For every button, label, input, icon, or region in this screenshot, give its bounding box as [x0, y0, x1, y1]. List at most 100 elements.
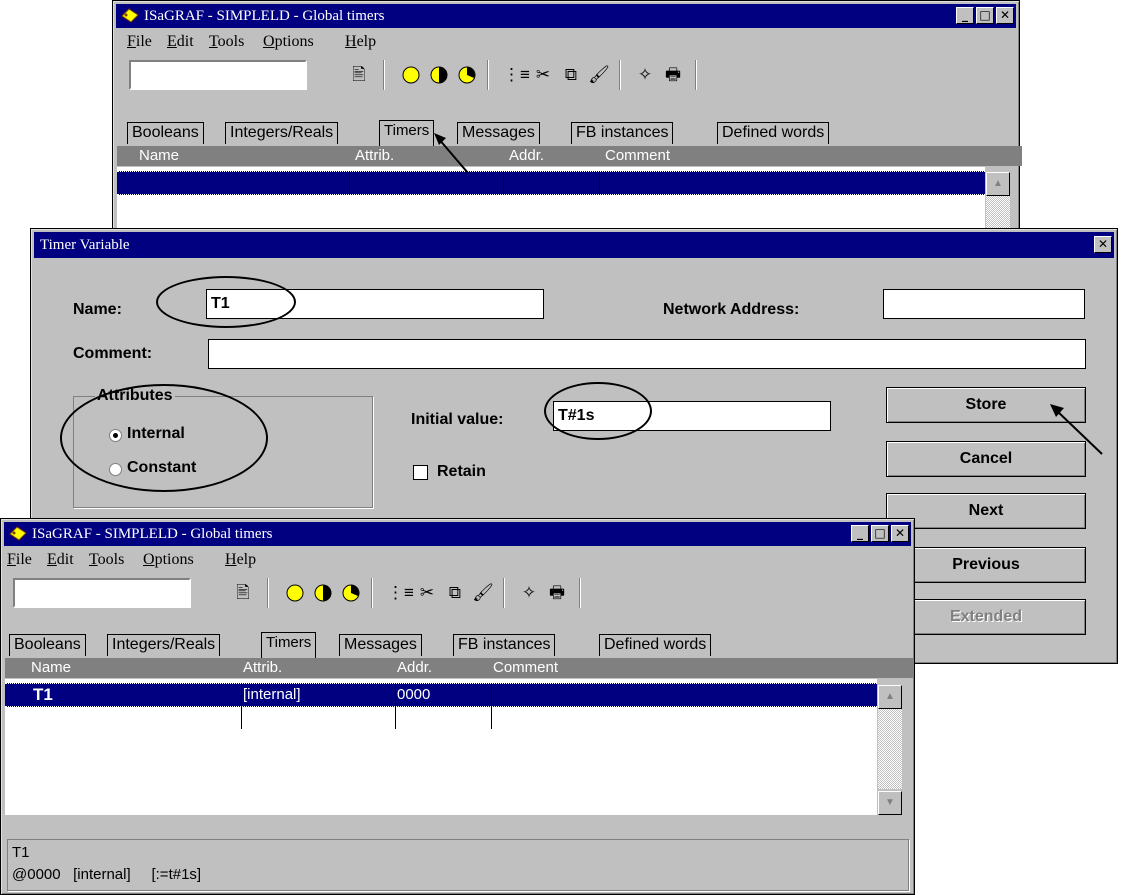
- close-icon[interactable]: ✕: [1094, 236, 1112, 253]
- toolbar-separator: [619, 60, 621, 90]
- grid-header: Name Attrib. Addr. Comment: [117, 146, 1022, 166]
- retain-label[interactable]: Retain: [437, 463, 486, 481]
- highlight-ellipse: [544, 382, 652, 440]
- menu-options[interactable]: Options: [143, 551, 194, 569]
- tab-fb-instances[interactable]: FB instances: [453, 634, 556, 656]
- column-addr[interactable]: Addr.: [509, 146, 544, 165]
- half-circle-icon[interactable]: [427, 64, 451, 86]
- scrollbar-track[interactable]: [878, 709, 902, 789]
- next-button[interactable]: Next: [886, 493, 1086, 529]
- column-attrib[interactable]: Attrib.: [243, 658, 282, 677]
- tab-booleans[interactable]: Booleans: [127, 122, 204, 144]
- toolbar-search-field[interactable]: [13, 578, 191, 608]
- extended-button: Extended: [886, 599, 1086, 635]
- column-name[interactable]: Name: [139, 146, 179, 165]
- column-divider: [395, 683, 396, 729]
- dialog-titlebar[interactable]: Timer Variable ✕: [34, 232, 1114, 258]
- pie-icon[interactable]: [455, 64, 479, 86]
- arrow-pointer-icon: [434, 133, 469, 174]
- comment-label: Comment:: [73, 345, 153, 362]
- comment-field[interactable]: [208, 339, 1086, 369]
- scroll-up-button[interactable]: ▲: [878, 685, 902, 709]
- table-row[interactable]: [117, 171, 985, 195]
- toolbar-separator: [503, 578, 505, 608]
- maximize-icon[interactable]: □: [871, 525, 889, 542]
- status-line-1: T1: [12, 844, 30, 861]
- scissors-icon[interactable]: ✂: [531, 64, 555, 86]
- copy-icon[interactable]: ⧉: [559, 64, 583, 86]
- paint-icon[interactable]: 🖌: [471, 582, 495, 604]
- tab-integers-reals[interactable]: Integers/Reals: [107, 634, 221, 656]
- menu-edit[interactable]: Edit: [47, 551, 74, 569]
- print-icon[interactable]: 🖶: [661, 64, 685, 86]
- row-attrib-cell: [internal]: [243, 686, 301, 703]
- circle-icon[interactable]: [283, 582, 307, 604]
- previous-button[interactable]: Previous: [886, 547, 1086, 583]
- column-divider: [599, 171, 600, 195]
- arrow-pointer-icon: [1050, 404, 1103, 455]
- menu-help[interactable]: Help: [225, 551, 256, 569]
- open-icon[interactable]: 🖹: [231, 582, 255, 604]
- menu-file[interactable]: File: [127, 33, 152, 51]
- close-icon[interactable]: ✕: [996, 7, 1014, 24]
- open-icon[interactable]: 🖹: [347, 64, 371, 86]
- pie-icon[interactable]: [339, 582, 363, 604]
- list-icon[interactable]: ⋮≡: [503, 64, 530, 86]
- maximize-icon[interactable]: □: [976, 7, 994, 24]
- network-address-label: Network Address:: [663, 301, 800, 318]
- retain-checkbox[interactable]: [413, 465, 428, 480]
- tab-defined-words[interactable]: Defined words: [717, 122, 830, 144]
- column-name[interactable]: Name: [31, 658, 71, 677]
- minimize-icon[interactable]: _: [956, 7, 974, 24]
- window-title: ISaGRAF - SIMPLELD - Global timers: [32, 526, 273, 542]
- dialog-title: Timer Variable: [40, 237, 130, 253]
- column-divider: [241, 683, 242, 729]
- column-attrib[interactable]: Attrib.: [355, 146, 394, 165]
- close-icon[interactable]: ✕: [891, 525, 909, 542]
- toolbar: 🖹 ⋮≡ ✂ ⧉ 🖌 ✧ 🖶: [3, 574, 908, 612]
- column-divider: [491, 683, 492, 729]
- menu-tools[interactable]: Tools: [89, 551, 124, 569]
- tab-messages[interactable]: Messages: [339, 634, 422, 656]
- tab-booleans[interactable]: Booleans: [9, 634, 86, 656]
- copy-icon[interactable]: ⧉: [443, 582, 467, 604]
- top-window: ISaGRAF - SIMPLELD - Global timers _ □ ✕…: [112, 0, 1022, 235]
- grid-body: [117, 167, 985, 233]
- tab-timers[interactable]: Timers: [379, 120, 435, 146]
- top-window-titlebar[interactable]: ISaGRAF - SIMPLELD - Global timers _ □ ✕: [116, 4, 1016, 28]
- wand-icon[interactable]: ✧: [517, 582, 541, 604]
- menu-options[interactable]: Options: [263, 33, 314, 51]
- toolbar: 🖹 ⋮≡ ✂ ⧉ 🖌 ✧ 🖶: [119, 56, 1013, 94]
- menu-help[interactable]: Help: [345, 33, 376, 51]
- minimize-icon[interactable]: _: [851, 525, 869, 542]
- app-icon: [9, 526, 27, 541]
- column-addr[interactable]: Addr.: [397, 658, 432, 677]
- table-row[interactable]: T1 [internal] 0000: [5, 683, 877, 707]
- scroll-down-button[interactable]: ▼: [878, 791, 902, 815]
- network-address-field[interactable]: [883, 289, 1085, 319]
- menu-edit[interactable]: Edit: [167, 33, 194, 51]
- scroll-up-button[interactable]: ▲: [986, 172, 1010, 196]
- tab-fb-instances[interactable]: FB instances: [571, 122, 674, 144]
- initial-value-label: Initial value:: [411, 411, 504, 428]
- grid-body: T1 [internal] 0000: [5, 679, 877, 815]
- wand-icon[interactable]: ✧: [633, 64, 657, 86]
- scissors-icon[interactable]: ✂: [415, 582, 439, 604]
- paint-icon[interactable]: 🖌: [587, 64, 611, 86]
- menu-file[interactable]: File: [7, 551, 32, 569]
- half-circle-icon[interactable]: [311, 582, 335, 604]
- toolbar-search-field[interactable]: [129, 60, 307, 90]
- list-icon[interactable]: ⋮≡: [387, 582, 414, 604]
- print-icon[interactable]: 🖶: [545, 582, 569, 604]
- tab-timers[interactable]: Timers: [261, 632, 317, 658]
- menu-tools[interactable]: Tools: [209, 33, 244, 51]
- tab-defined-words[interactable]: Defined words: [599, 634, 712, 656]
- column-divider: [503, 171, 504, 195]
- bottom-window-titlebar[interactable]: ISaGRAF - SIMPLELD - Global timers _ □ ✕: [4, 522, 911, 546]
- column-comment[interactable]: Comment: [493, 658, 558, 677]
- column-comment[interactable]: Comment: [605, 146, 670, 165]
- tab-integers-reals[interactable]: Integers/Reals: [225, 122, 339, 144]
- highlight-ellipse: [156, 276, 296, 328]
- circle-icon[interactable]: [399, 64, 423, 86]
- toolbar-separator: [383, 60, 385, 90]
